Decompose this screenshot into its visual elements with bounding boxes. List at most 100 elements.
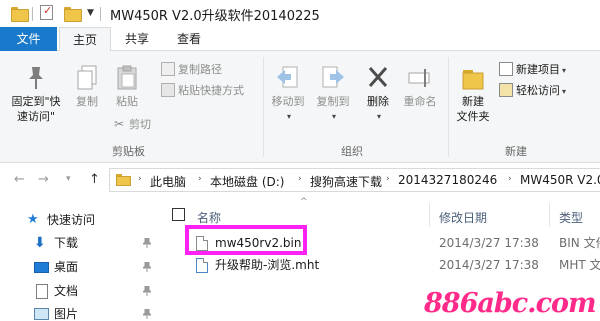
tab-share[interactable]: 共享 xyxy=(112,27,162,52)
scissors-icon: ✂ xyxy=(113,117,125,131)
nav-item-documents[interactable]: 文档 xyxy=(0,280,160,302)
paste-shortcut-button[interactable]: 粘贴快捷方式 xyxy=(161,82,244,100)
pin-icon xyxy=(29,67,43,89)
nav-item-quick-access[interactable]: ★ 快速访问 xyxy=(0,209,160,231)
title-bar: ✓ ▼ MW450R V2.0升级软件20140225 xyxy=(0,0,600,27)
new-item-button[interactable]: 新建项目 ▾ xyxy=(499,61,566,79)
column-header-name[interactable]: 名称 xyxy=(197,209,221,226)
web-archive-icon xyxy=(196,258,208,273)
breadcrumb-chevron-icon[interactable]: › xyxy=(198,174,202,184)
folder-icon xyxy=(116,174,131,186)
download-arrow-icon: ⬇ xyxy=(34,235,46,251)
paste-button[interactable]: 粘贴 xyxy=(108,65,146,109)
nav-item-pictures[interactable]: 图片 xyxy=(0,303,160,321)
delete-x-icon xyxy=(368,67,388,87)
select-all-checkbox[interactable] xyxy=(172,208,185,221)
customize-toolbar-dropdown-icon[interactable]: ▼ xyxy=(87,8,94,18)
copy-to-button[interactable]: 复制到 ▾ xyxy=(310,65,356,122)
copy-path-label: 复制路径 xyxy=(178,63,222,76)
pinned-icon xyxy=(143,286,151,296)
address-box[interactable]: › 此电脑 › 本地磁盘 (D:) › 搜狗高速下载 › 20143271802… xyxy=(109,168,600,192)
new-group-label: 新建 xyxy=(505,145,527,158)
ribbon-group-divider xyxy=(448,57,449,157)
forward-arrow-icon[interactable]: → xyxy=(38,172,49,187)
nav-item-desktop[interactable]: 桌面 xyxy=(0,256,160,278)
breadcrumb-this-pc[interactable]: 此电脑 xyxy=(150,173,186,190)
recent-locations-chevron-icon[interactable]: ▾ xyxy=(66,174,71,184)
nav-item-label: 文档 xyxy=(54,284,79,298)
easy-access-button[interactable]: 轻松访问 ▾ xyxy=(499,82,566,100)
new-folder-quick-button[interactable] xyxy=(64,5,82,22)
rename-label: 重命名 xyxy=(403,95,437,108)
column-resize-handle[interactable] xyxy=(429,203,430,227)
nav-item-downloads[interactable]: ⬇ 下载 xyxy=(0,232,160,254)
nav-item-label: 图片 xyxy=(54,307,79,321)
sort-ascending-icon: ^ xyxy=(300,197,308,207)
organize-group-label: 组织 xyxy=(341,145,363,158)
back-arrow-icon[interactable]: ← xyxy=(14,172,25,187)
properties-icon: ✓ xyxy=(40,4,53,20)
column-resize-handle[interactable] xyxy=(549,203,550,227)
rename-button[interactable]: 重命名 xyxy=(399,65,441,109)
desktop-icon xyxy=(34,262,49,273)
breadcrumb-2014327180246[interactable]: 2014327180246 xyxy=(398,173,497,187)
copy-label: 复制 xyxy=(76,95,98,108)
easy-access-icon xyxy=(499,83,513,97)
file-name: 升级帮助-浏览.mht xyxy=(215,258,320,272)
quick-access-folder-icon[interactable] xyxy=(11,5,29,22)
tab-file[interactable]: 文件 xyxy=(0,27,57,51)
paste-shortcut-label: 粘贴快捷方式 xyxy=(178,84,244,97)
ribbon-home: 固定到"快 速访问" 复制 粘贴 复制路径 粘贴快捷方式 ✂ 剪切 剪贴板 移动… xyxy=(0,51,600,163)
up-arrow-icon[interactable]: ↑ xyxy=(89,172,100,187)
copy-path-button[interactable]: 复制路径 xyxy=(161,61,222,79)
clipboard-icon xyxy=(117,65,137,90)
delete-button[interactable]: 删除 ▾ xyxy=(361,65,395,122)
delete-dropdown-icon: ▾ xyxy=(376,112,381,121)
tab-home[interactable]: 主页 xyxy=(59,27,111,52)
pin-to-quick-access-button[interactable]: 固定到"快 速访问" xyxy=(5,65,67,124)
breadcrumb-mw450r-folder[interactable]: MW450R V2.0 xyxy=(520,173,600,187)
navigation-pane: ★ 快速访问 ⬇ 下载 桌面 文档 图片 xyxy=(0,197,160,321)
tab-view[interactable]: 查看 xyxy=(164,27,214,52)
breadcrumb-chevron-icon[interactable]: › xyxy=(386,174,390,184)
file-modified: 2014/3/27 17:38 xyxy=(439,236,539,250)
column-header-modified[interactable]: 修改日期 xyxy=(439,209,487,226)
document-icon xyxy=(36,284,48,299)
new-item-dropdown-icon: ▾ xyxy=(562,66,567,75)
folder-icon xyxy=(11,7,29,22)
breadcrumb-chevron-icon[interactable]: › xyxy=(508,174,512,184)
nav-item-label: 桌面 xyxy=(54,260,79,274)
breadcrumb-chevron-icon[interactable]: › xyxy=(138,174,142,184)
breadcrumb-chevron-icon[interactable]: › xyxy=(298,174,302,184)
file-modified: 2014/3/27 17:38 xyxy=(439,258,539,272)
file-type: MHT 文件 xyxy=(559,258,600,272)
window-title: MW450R V2.0升级软件20140225 xyxy=(110,9,320,24)
paste-shortcut-icon xyxy=(161,83,175,97)
new-folder-button[interactable]: 新建 文件夹 xyxy=(452,65,494,124)
move-to-dropdown-icon: ▾ xyxy=(286,112,291,121)
folder-icon xyxy=(64,7,82,22)
new-folder-label-line2: 文件夹 xyxy=(456,110,490,123)
properties-button[interactable]: ✓ xyxy=(40,4,54,21)
column-header-type[interactable]: 类型 xyxy=(559,209,583,226)
cut-label: 剪切 xyxy=(129,118,151,131)
clipboard-group-label: 剪贴板 xyxy=(112,145,145,158)
copy-to-dropdown-icon: ▾ xyxy=(331,112,336,121)
breadcrumb-sogou-downloads[interactable]: 搜狗高速下载 xyxy=(310,173,382,190)
copy-to-label: 复制到 xyxy=(316,95,350,108)
copy-to-icon xyxy=(322,66,344,88)
move-to-button[interactable]: 移动到 ▾ xyxy=(268,65,308,122)
toolbar-divider xyxy=(100,7,101,21)
highlight-box xyxy=(185,225,307,255)
paste-label: 粘贴 xyxy=(116,95,138,108)
copy-button[interactable]: 复制 xyxy=(70,65,104,109)
pinned-icon xyxy=(143,238,151,248)
file-row[interactable]: 升级帮助-浏览.mht 2014/3/27 17:38 MHT 文件 xyxy=(160,254,600,276)
star-icon: ★ xyxy=(27,212,39,227)
copy-icon xyxy=(77,65,97,90)
breadcrumb-drive-d[interactable]: 本地磁盘 (D:) xyxy=(210,173,284,190)
pictures-icon xyxy=(34,308,49,320)
ribbon-group-divider xyxy=(263,57,264,157)
cut-button[interactable]: ✂ 剪切 xyxy=(112,116,151,134)
nav-item-label: 快速访问 xyxy=(47,213,96,227)
